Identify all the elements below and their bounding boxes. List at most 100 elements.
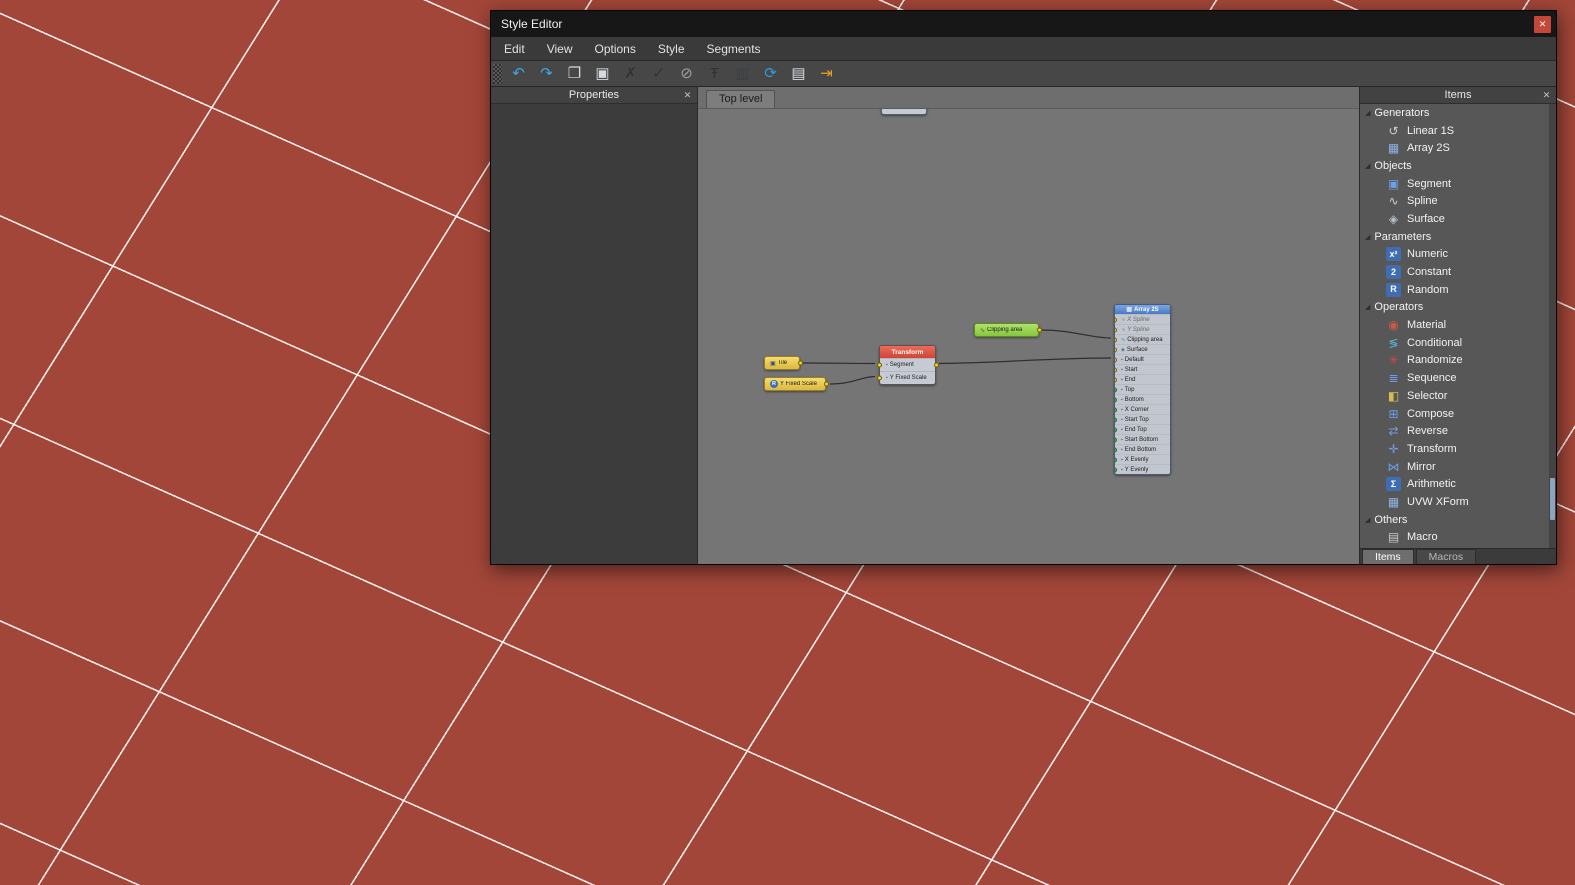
item-uvw-xform[interactable]: ▦ UVW XForm <box>1360 493 1549 511</box>
item-arithmetic[interactable]: Σ Arithmetic <box>1360 475 1549 493</box>
clipped-offscreen-node[interactable] <box>881 109 927 115</box>
input-port[interactable] <box>1115 377 1117 382</box>
transform-input-y-fixed-scale[interactable]: ▪ Y Fixed Scale <box>876 371 935 384</box>
input-port[interactable] <box>1115 387 1117 392</box>
input-port[interactable] <box>1115 357 1117 362</box>
array2s-input-default[interactable]: ▪ Default <box>1115 354 1170 364</box>
item-conditional[interactable]: ≶ Conditional <box>1360 334 1549 352</box>
input-port[interactable] <box>1115 457 1117 462</box>
item-mirror[interactable]: ⋈ Mirror <box>1360 458 1549 476</box>
array2s-input-bottom[interactable]: ▪ Bottom <box>1115 394 1170 404</box>
array2s-input-x-corner[interactable]: ▪ X Corner <box>1115 404 1170 414</box>
item-spline[interactable]: ∿ Spline <box>1360 192 1549 210</box>
properties-close-button[interactable]: ✕ <box>681 89 694 102</box>
menu-view[interactable]: View <box>536 37 584 60</box>
item-reverse[interactable]: ⇄ Reverse <box>1360 422 1549 440</box>
item-numeric[interactable]: x² Numeric <box>1360 246 1549 264</box>
array2s-input-start[interactable]: ▪ Start <box>1115 364 1170 374</box>
window-close-button[interactable]: ✕ <box>1534 15 1551 33</box>
input-port[interactable] <box>1115 407 1117 412</box>
item-compose[interactable]: ⊞ Compose <box>1360 405 1549 423</box>
input-port[interactable] <box>1115 327 1117 332</box>
tab-macros[interactable]: Macros <box>1415 549 1477 564</box>
redo-icon: ↷ <box>540 65 553 82</box>
item-randomize[interactable]: ✳ Randomize <box>1360 352 1549 370</box>
redo-button[interactable]: ↷ <box>535 63 558 85</box>
input-port[interactable] <box>1115 417 1117 422</box>
input-port[interactable] <box>1115 317 1117 322</box>
copy-button[interactable]: ❐ <box>563 63 586 85</box>
array2s-input-start-top[interactable]: ▪ Start Top <box>1115 414 1170 424</box>
item-linear-1s[interactable]: ↺ Linear 1S <box>1360 122 1549 140</box>
items-group-generators[interactable]: ◢ Generators <box>1360 104 1549 122</box>
items-group-parameters[interactable]: ◢ Parameters <box>1360 228 1549 246</box>
array2s-input-top[interactable]: ▪ Top <box>1115 384 1170 394</box>
array2s-input-start-bottom[interactable]: ▪ Start Bottom <box>1115 434 1170 444</box>
array2s-input-end-bottom[interactable]: ▪ End Bottom <box>1115 444 1170 454</box>
delete-button[interactable]: ✗ <box>619 63 642 85</box>
items-close-button[interactable]: ✕ <box>1540 89 1553 102</box>
output-port[interactable] <box>1036 327 1042 333</box>
disable-node-button[interactable]: ⊘ <box>675 63 698 85</box>
menu-options[interactable]: Options <box>583 37 646 60</box>
items-group-objects[interactable]: ◢ Objects <box>1360 157 1549 175</box>
close-editor-button[interactable]: ⇥ <box>815 63 838 85</box>
array2s-input-clipping-area[interactable]: ∿ Clipping area <box>1115 334 1170 344</box>
output-port[interactable] <box>933 362 939 368</box>
array2s-input-end-top[interactable]: ▪ End Top <box>1115 424 1170 434</box>
tab-items[interactable]: Items <box>1362 549 1414 564</box>
tab-top-level[interactable]: Top level <box>706 90 776 108</box>
item-macro[interactable]: ▤ Macro <box>1360 529 1549 547</box>
array2s-input-x-evenly[interactable]: ▪ X Evenly <box>1115 454 1170 464</box>
items-scrollbar-thumb[interactable] <box>1550 478 1555 520</box>
input-port[interactable] <box>1115 447 1117 452</box>
node-graph-area[interactable]: ▣ Tile R Y Fixed Scale Transform ▪ Segme… <box>698 109 1359 564</box>
output-port[interactable] <box>797 360 803 366</box>
synchronize-button[interactable]: ⟳ <box>759 63 782 85</box>
item-constant[interactable]: 2 Constant <box>1360 263 1549 281</box>
item-surface[interactable]: ◈ Surface <box>1360 210 1549 228</box>
input-port[interactable] <box>1115 467 1117 472</box>
export-style-button[interactable]: ▤ <box>787 63 810 85</box>
menu-style[interactable]: Style <box>647 37 696 60</box>
items-group-others[interactable]: ◢ Others <box>1360 511 1549 529</box>
item-material[interactable]: ◉ Material <box>1360 316 1549 334</box>
node-clipping-area[interactable]: ∿ Clipping area <box>974 323 1042 337</box>
node-tile[interactable]: ▣ Tile <box>764 356 803 370</box>
arrange-nodes-button[interactable]: Ŧ <box>703 63 726 85</box>
output-port[interactable] <box>823 381 829 387</box>
toolbar-drag-handle[interactable] <box>493 63 502 84</box>
verify-style-button[interactable]: ✓ <box>647 63 670 85</box>
paste-button[interactable]: ▣ <box>591 63 614 85</box>
array2s-input-end[interactable]: ▪ End <box>1115 374 1170 384</box>
remove-unused-button[interactable]: ▥ <box>731 63 754 85</box>
item-array-2s[interactable]: ▦ Array 2S <box>1360 139 1549 157</box>
menu-segments[interactable]: Segments <box>696 37 772 60</box>
array2s-input-y-evenly[interactable]: ▪ Y Evenly <box>1115 464 1170 474</box>
node-transform[interactable]: Transform ▪ Segment ▪ Y Fixed Scale <box>876 345 939 385</box>
transform-input-segment[interactable]: ▪ Segment <box>876 358 939 371</box>
items-scrollbar[interactable] <box>1549 104 1556 548</box>
input-port[interactable] <box>1115 437 1117 442</box>
input-port[interactable] <box>1115 367 1117 372</box>
input-port[interactable] <box>1115 397 1117 402</box>
titlebar[interactable]: Style Editor ✕ <box>491 11 1556 37</box>
item-transform[interactable]: ✛ Transform <box>1360 440 1549 458</box>
item-random[interactable]: R Random <box>1360 281 1549 299</box>
item-segment[interactable]: ▣ Segment <box>1360 175 1549 193</box>
input-port[interactable] <box>876 362 882 368</box>
input-port[interactable] <box>876 375 882 381</box>
array2s-input-surface[interactable]: ◈ Surface <box>1115 344 1170 354</box>
item-sequence[interactable]: ≣ Sequence <box>1360 369 1549 387</box>
node-y-fixed-scale[interactable]: R Y Fixed Scale <box>764 377 829 391</box>
array2s-input-x-spline[interactable]: ∿ X Spline <box>1115 314 1170 324</box>
input-port[interactable] <box>1115 347 1117 352</box>
item-selector[interactable]: ◧ Selector <box>1360 387 1549 405</box>
menu-edit[interactable]: Edit <box>493 37 536 60</box>
undo-button[interactable]: ↶ <box>507 63 530 85</box>
input-port[interactable] <box>1115 337 1117 342</box>
node-array-2s[interactable]: ▦ Array 2S ∿ X Spline ∿ Y Spline ∿ Clipp… <box>1114 304 1171 475</box>
input-port[interactable] <box>1115 427 1117 432</box>
items-group-operators[interactable]: ◢ Operators <box>1360 299 1549 317</box>
array2s-input-y-spline[interactable]: ∿ Y Spline <box>1115 324 1170 334</box>
